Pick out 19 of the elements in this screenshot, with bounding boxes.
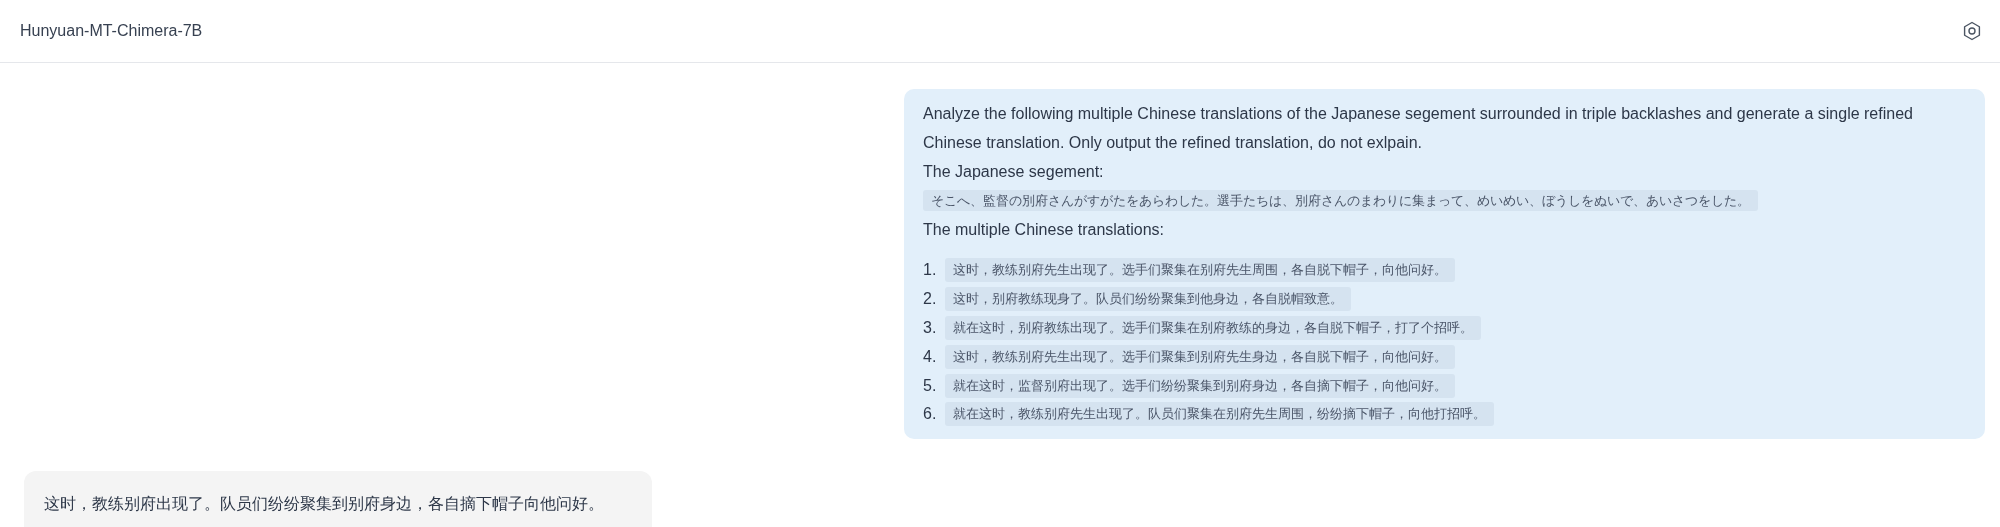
settings-icon[interactable] — [1962, 21, 1982, 41]
translation-text: 就在这时，别府教练出现了。选手们聚集在别府教练的身边，各自脱下帽子，打了个招呼。 — [945, 316, 1481, 340]
translation-text: 这时，教练别府先生出现了。选手们聚集在别府先生周围，各自脱下帽子，向他问好。 — [945, 258, 1455, 283]
list-number: 6. — [923, 405, 938, 424]
translation-text: 这时，教练别府先生出现了。选手们聚集到别府先生身边，各自脱下帽子，向他问好。 — [945, 344, 1455, 369]
list-number: 1. — [923, 261, 938, 280]
assistant-text: 这时，教练别府出现了。队员们纷纷聚集到别府身边，各自摘下帽子向他问好。 — [44, 493, 604, 513]
list-number: 2. — [923, 290, 938, 309]
translation-text: 这时，别府教练现身了。队员们纷纷聚集到他身边，各自脱帽致意。 — [945, 287, 1351, 312]
message-text: The Japanese segement: — [923, 162, 1105, 182]
message-text: The multiple Chinese translations: — [923, 220, 1165, 240]
model-title: Hunyuan-MT-Chimera-7B — [20, 22, 203, 40]
translation-text: 就在这时，监督别府出现了。选手们纷纷聚集到别府身边，各自摘下帽子，向他问好。 — [945, 373, 1455, 398]
japanese-segment: そこへ、監督の別府さんがすがたをあらわした。選手たちは、別府さんのまわりに集まって、めいめい、ぼうしをぬいで、あいさつをした。 — [923, 190, 1758, 211]
list-number: 4. — [923, 347, 938, 366]
list-number: 3. — [923, 319, 938, 337]
list-number: 5. — [923, 376, 938, 395]
message-text: Analyze the following multiple Chinese translations of the Japanese segement surrounded in triple backlashes and generate a single refined Chinese translation. Only output the refined translation, do not exlpain. — [923, 104, 1914, 153]
translation-text: 就在这时，教练别府先生出现了。队员们聚集在别府先生周围，纷纷摘下帽子，向他打招呼。 — [945, 402, 1494, 427]
